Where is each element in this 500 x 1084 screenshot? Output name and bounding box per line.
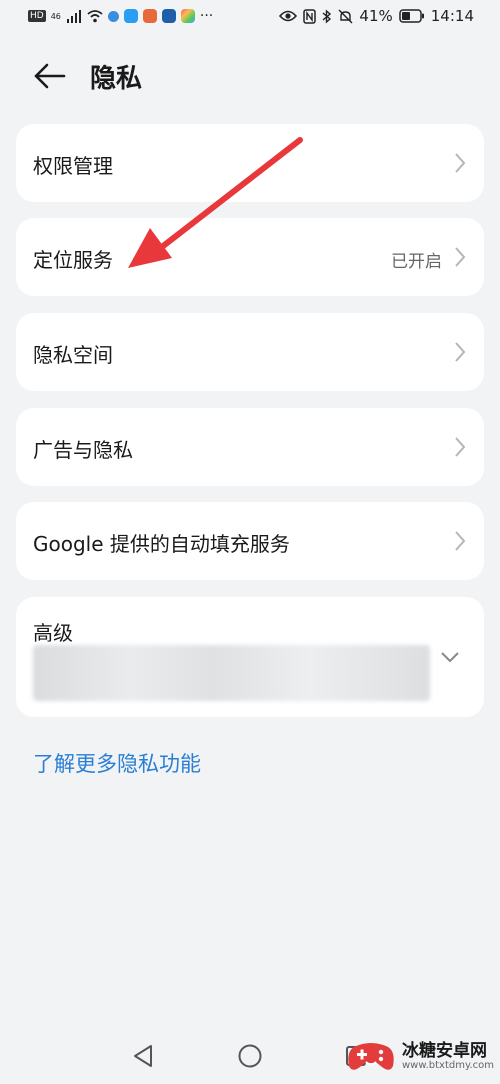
nav-back-icon[interactable] xyxy=(132,1044,154,1068)
eye-icon xyxy=(279,10,298,22)
status-bar-right: 41% 14:14 xyxy=(279,7,474,25)
item-label: 广告与隐私 xyxy=(33,438,133,462)
google-autofill-item[interactable]: Google 提供的自动填充服务 xyxy=(16,502,484,580)
page-title: 隐私 xyxy=(90,64,143,94)
app-icon xyxy=(123,9,138,23)
chevron-right-icon xyxy=(455,153,466,173)
status-bar: HD 46 ··· 41% 14:14 xyxy=(0,0,500,36)
chevron-right-icon xyxy=(455,531,466,551)
item-label: 隐私空间 xyxy=(33,343,113,367)
item-status: 已开启 xyxy=(391,252,442,272)
blurred-summary xyxy=(33,645,430,701)
chevron-down-icon[interactable] xyxy=(440,651,460,663)
app-icon xyxy=(142,9,157,23)
advanced-label: 高级 xyxy=(33,621,73,645)
chevron-right-icon xyxy=(455,342,466,362)
bluetooth-icon xyxy=(322,8,332,24)
item-label: Google 提供的自动填充服务 xyxy=(33,532,290,556)
chevron-right-icon xyxy=(455,247,466,267)
more-notifications: ··· xyxy=(199,8,214,24)
hd-badge: HD xyxy=(28,10,46,22)
learn-more-link[interactable]: 了解更多隐私功能 xyxy=(33,748,201,778)
item-label: 权限管理 xyxy=(33,154,113,178)
watermark-title: 冰糖安卓网 xyxy=(401,1041,487,1061)
app-icon xyxy=(107,10,119,22)
watermark-url: www.btxtdmy.com xyxy=(401,1060,494,1071)
battery-icon xyxy=(399,9,424,23)
nav-home-icon[interactable] xyxy=(237,1043,263,1069)
app-icon xyxy=(161,9,176,23)
private-space-item[interactable]: 隐私空间 xyxy=(16,313,484,391)
clock: 14:14 xyxy=(430,7,474,25)
ads-and-privacy-item[interactable]: 广告与隐私 xyxy=(16,408,484,486)
nfc-icon xyxy=(303,8,317,24)
permission-management-item[interactable]: 权限管理 xyxy=(16,124,484,202)
battery-percent: 41% xyxy=(359,7,393,25)
watermark-text: 冰糖安卓网 www.btxtdmy.com xyxy=(402,1042,494,1072)
mute-icon xyxy=(338,9,353,23)
status-bar-left: HD 46 ··· xyxy=(28,8,213,24)
advanced-section[interactable]: 高级 xyxy=(16,597,484,717)
signal-label: 46 xyxy=(50,11,61,21)
app-icon xyxy=(180,9,195,23)
signal-icon xyxy=(66,10,81,23)
location-service-item[interactable]: 定位服务 已开启 xyxy=(16,218,484,296)
gamepad-logo-icon xyxy=(348,1043,394,1070)
chevron-right-icon xyxy=(455,437,466,457)
item-label: 定位服务 xyxy=(33,248,113,272)
page-header: 隐私 xyxy=(0,48,500,104)
back-arrow-icon[interactable] xyxy=(30,58,70,94)
watermark: 冰糖安卓网 www.btxtdmy.com xyxy=(346,1040,494,1074)
wifi-icon xyxy=(87,10,103,23)
